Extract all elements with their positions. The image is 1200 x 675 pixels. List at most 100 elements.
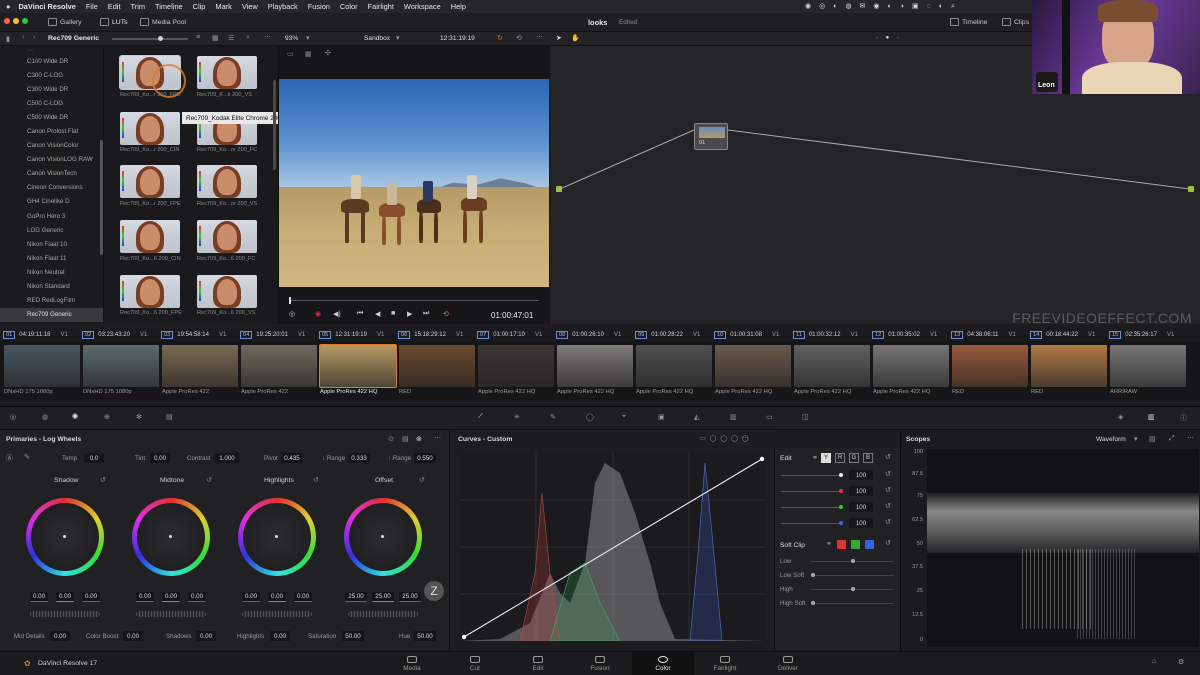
settings-icon[interactable]: ⚙ [1178,658,1184,666]
scrubber-bar[interactable] [289,300,539,301]
reverse-play-icon[interactable]: ◀ [375,310,380,318]
lut-folder-item[interactable]: Nikon Flaat 11 [0,251,103,265]
menu-timeline[interactable]: Timeline [155,2,183,11]
curves-icon[interactable]: ⟋ [478,413,483,421]
page-fairlight[interactable]: Fairlight [694,652,756,675]
temp-value[interactable]: 0.0 [84,453,104,463]
level-y-value[interactable]: 100 [849,470,873,480]
color-boost-value[interactable]: 0.00 [123,631,143,641]
curves-mode-icons[interactable]: ▭◯◯◯◯ [700,435,753,442]
highlights-wheel-puck[interactable] [275,535,278,538]
level-slider-y[interactable] [781,473,843,477]
page-cut[interactable]: Cut [444,652,506,675]
minimize-window-button[interactable] [13,18,19,24]
timeline-dropdown-icon[interactable]: ▾ [396,34,400,42]
clip-thumbnail[interactable] [952,345,1028,387]
volume-icon[interactable]: ◀) [333,310,341,318]
serial-node[interactable]: 01 [694,123,728,150]
video-frame[interactable] [279,79,549,287]
color-warper-icon[interactable]: ✳ [514,413,520,421]
viewer-options-icon[interactable]: ⋯ [536,33,543,41]
lut-thumbnail[interactable] [197,220,257,253]
shadow-b[interactable]: 0.00 [82,592,100,602]
luts-button[interactable]: LUTs [100,18,128,26]
sidebar-toggle-icon[interactable]: ▮ [6,35,10,43]
lut-folder-item[interactable]: C300 C-LOG [0,68,103,82]
shadow-reset-icon[interactable]: ↺ [100,476,106,484]
hue-value[interactable]: 50.00 [414,631,436,641]
offset-reset-icon[interactable]: ↺ [419,476,425,484]
highlights-r[interactable]: 0.00 [242,592,260,602]
thumbnail-scrollbar[interactable] [273,80,276,170]
menu-workspace[interactable]: Workspace [404,2,441,11]
midtone-b[interactable]: 0.00 [188,592,206,602]
clip-thumbnail[interactable] [557,345,633,387]
link-icon[interactable]: ⚭ [812,454,818,462]
soft-low-slider[interactable] [811,559,893,563]
menu-playback[interactable]: Playback [268,2,298,11]
app-menu[interactable]: DaVinci Resolve [18,2,75,11]
node-input[interactable] [556,186,562,192]
channel-g-button[interactable]: G [849,453,859,463]
level-slider-g[interactable] [781,505,843,509]
lut-folder-item[interactable]: Nikon Neutral [0,265,103,279]
low-range-value[interactable]: 0.333 [348,453,370,463]
midtone-wheel-puck[interactable] [169,535,172,538]
lut-thumbnail[interactable] [197,56,257,89]
offset-g[interactable]: 25.00 [372,592,394,602]
highlights-master-wheel[interactable] [242,611,312,617]
primaries-wheels-icon[interactable]: ◉ [72,412,78,420]
mid-details-value[interactable]: 0.00 [50,631,70,641]
scope-mode-select[interactable]: Waveform [1096,436,1126,443]
apple-icon[interactable]: ● [6,2,10,11]
split-screen-icon[interactable]: ▦ [305,50,312,58]
zoom-level[interactable]: 93% [285,35,298,42]
lut-folder-item[interactable]: Nikon Standard [0,280,103,294]
thumb-size-slider[interactable] [112,36,188,41]
clip-thumbnail[interactable] [319,344,397,388]
highlights-reset-icon[interactable]: ↺ [313,476,319,484]
keyframes-icon[interactable]: ◈ [1118,413,1123,421]
menu-color[interactable]: Color [340,2,358,11]
clip-thumbnail[interactable] [478,345,554,387]
primaries-bars-icon[interactable]: ⊕ [104,413,110,421]
lut-thumbnail[interactable] [197,165,257,198]
bars-view-icon[interactable]: ▤ [402,435,409,443]
page-deliver[interactable]: Deliver [757,652,819,675]
lut-folder-item[interactable]: Nikon Flaat 10 [0,237,103,251]
wheels-view-icon[interactable]: ⊚ [416,435,422,443]
scopes-toggle-icon[interactable]: ▥ [1148,413,1155,421]
soft-high-slider[interactable] [811,587,893,591]
menu-view[interactable]: View [242,2,258,11]
playhead[interactable] [289,297,291,304]
loop-icon[interactable]: ⟲ [516,34,522,42]
sort-icon[interactable]: ☰ [228,34,234,42]
menu-edit[interactable]: Edit [108,2,121,11]
clips-button[interactable]: Clips [1002,18,1029,26]
level-g-value[interactable]: 100 [849,502,873,512]
offset-b[interactable]: 25.00 [399,592,421,602]
magic-mask-icon[interactable]: ▣ [658,413,665,421]
hand-tool-icon[interactable]: ✋ [571,34,580,42]
sizing-icon[interactable]: ▭ [766,413,773,421]
shadow-g[interactable]: 0.00 [56,592,74,602]
lut-folder-item[interactable]: C100 Wide DR [0,54,103,68]
key-icon[interactable]: ▥ [730,413,737,421]
menu-file[interactable]: File [86,2,98,11]
soft-clip-reset-icon[interactable]: ↺ [885,539,891,547]
last-frame-icon[interactable]: ⏭ [423,310,429,318]
lut-list-scrollbar[interactable] [100,140,103,255]
hdr-wheels-icon[interactable]: ✻ [136,413,142,421]
shadow-r[interactable]: 0.00 [30,592,48,602]
blur-icon[interactable]: ◭ [694,413,699,421]
level-r-value[interactable]: 100 [849,486,873,496]
lut-thumbnail[interactable] [120,112,180,145]
level-y-reset-icon[interactable]: ↺ [885,470,891,478]
midtone-master-wheel[interactable] [136,611,206,617]
home-icon[interactable]: ⌂ [1152,658,1156,665]
midtone-g[interactable]: 0.00 [162,592,180,602]
level-g-reset-icon[interactable]: ↺ [885,502,891,510]
stop-record-icon[interactable]: ◉ [315,310,321,318]
midtone-reset-icon[interactable]: ↺ [206,476,212,484]
node-output[interactable] [1188,186,1194,192]
